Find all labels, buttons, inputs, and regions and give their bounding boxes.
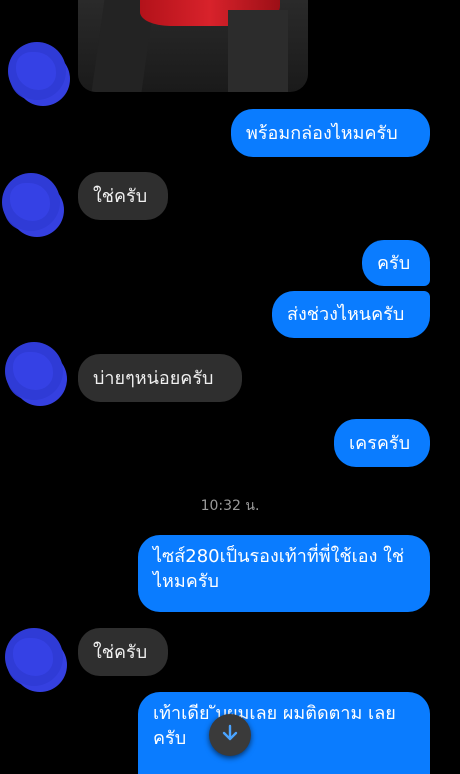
message-incoming[interactable]: ใช่ครับ (78, 172, 168, 220)
contact-avatar[interactable] (5, 628, 63, 686)
message-outgoing[interactable]: เครครับ (334, 419, 430, 467)
message-outgoing[interactable]: ส่งช่วงไหนครับ (272, 291, 430, 338)
message-incoming[interactable]: ใช่ครับ (78, 628, 168, 676)
scroll-down-button[interactable] (209, 714, 251, 756)
message-incoming[interactable]: บ่ายๆหน่อยครับ (78, 354, 242, 402)
message-outgoing[interactable]: พร้อมกล่องไหมครับ (231, 109, 430, 157)
photo-attachment[interactable] (78, 0, 308, 92)
message-outgoing[interactable]: เท้าเดีย ับผมเลย ผมติดตาม เลยครับ (138, 692, 430, 774)
message-timestamp: 10:32 น. (200, 498, 260, 514)
message-outgoing[interactable]: ครับ (362, 240, 430, 286)
contact-avatar[interactable] (2, 173, 60, 231)
contact-avatar[interactable] (8, 42, 66, 100)
contact-avatar[interactable] (5, 342, 63, 400)
message-outgoing[interactable]: ไซส์280เป็นรองเท้าที่พี่ใช้เอง ใช่ไหมครั… (138, 535, 430, 612)
arrow-down-icon (220, 723, 240, 747)
